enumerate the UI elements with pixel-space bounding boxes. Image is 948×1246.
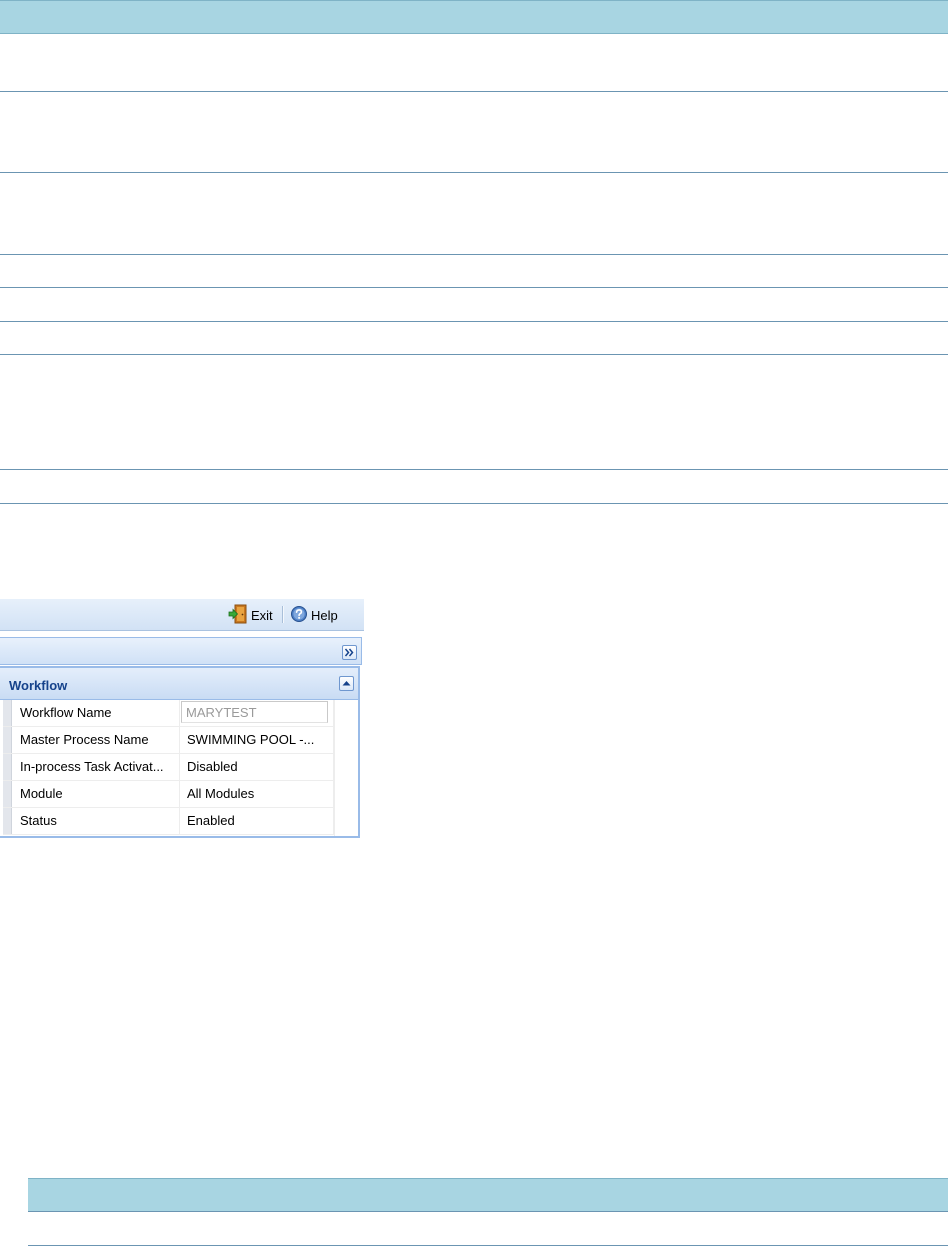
property-name: Master Process Name: [12, 727, 180, 753]
collapsed-panel-bar: [0, 637, 362, 665]
triangle-up-icon: [340, 677, 353, 690]
property-name: Module: [12, 781, 180, 807]
property-name: Workflow Name: [12, 700, 180, 726]
exit-button[interactable]: Exit: [228, 604, 273, 627]
grid-scroll-gutter: [334, 700, 358, 836]
doc-table-row: [0, 173, 948, 255]
help-label: Help: [311, 607, 338, 623]
property-name: Status: [12, 808, 180, 834]
doc-table-row: [0, 470, 948, 504]
doc-table-row: [0, 255, 948, 288]
row-handle: [3, 754, 12, 780]
doc-table-row: [0, 92, 948, 173]
workflow-panel-header: Workflow: [0, 668, 358, 700]
doc-table-row: [0, 34, 948, 92]
property-row-in-process-task-activation: In-process Task Activat... Disabled: [3, 754, 334, 781]
toolbar: Exit Help: [0, 599, 364, 631]
doc-table-row: [0, 322, 948, 355]
doc-table-row: [0, 355, 948, 470]
property-row-module: Module All Modules: [3, 781, 334, 808]
help-icon: [290, 605, 308, 626]
property-grid: Workflow Name Master Process Name SWIMMI…: [3, 700, 334, 835]
doc-table-top: [0, 0, 948, 504]
row-handle: [3, 808, 12, 834]
row-handle: [3, 727, 12, 753]
doc-table-header: [28, 1178, 948, 1212]
doc-table-row: [0, 288, 948, 322]
double-chevron-right-icon: [343, 646, 356, 659]
row-handle: [3, 700, 12, 726]
property-value[interactable]: All Modules: [180, 781, 334, 807]
property-row-workflow-name: Workflow Name: [3, 700, 334, 727]
help-button[interactable]: Help: [290, 605, 338, 625]
exit-label: Exit: [251, 607, 273, 623]
property-row-master-process-name: Master Process Name SWIMMING POOL -...: [3, 727, 334, 754]
doc-table-row: [28, 1212, 948, 1246]
property-value[interactable]: SWIMMING POOL -...: [180, 727, 334, 753]
workflow-panel-title: Workflow: [9, 678, 68, 693]
collapse-panel-button[interactable]: [339, 676, 354, 691]
doc-table-bottom: [28, 1178, 948, 1246]
property-value[interactable]: Disabled: [180, 754, 334, 780]
property-value[interactable]: Enabled: [180, 808, 334, 834]
property-row-status: Status Enabled: [3, 808, 334, 835]
exit-door-icon: [228, 604, 248, 627]
workflow-name-input[interactable]: [181, 701, 328, 723]
workflow-panel: Workflow Workflow Name Master Process: [0, 666, 360, 838]
expand-panel-button[interactable]: [342, 645, 357, 660]
workflow-app-screenshot: Exit Help Workflow Workflow Name MARYTES…: [0, 599, 364, 843]
row-handle: [3, 781, 12, 807]
toolbar-separator: [282, 606, 284, 623]
property-name: In-process Task Activat...: [12, 754, 180, 780]
doc-table-header: [0, 0, 948, 34]
property-value: [180, 700, 334, 726]
